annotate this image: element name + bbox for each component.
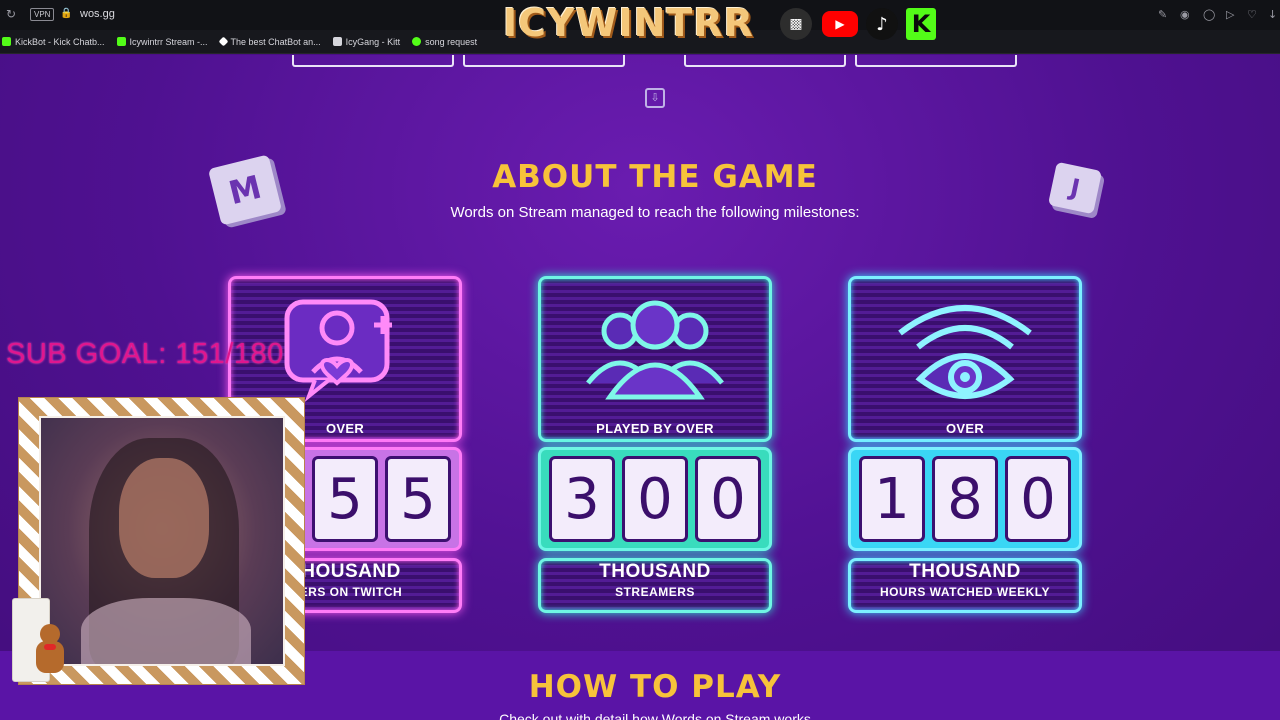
address-bar-url[interactable]: wos.gg [80, 8, 115, 20]
bookmark-label: The best ChatBot an... [230, 36, 321, 47]
user-group-icon [580, 288, 730, 408]
user-heart-chat-icon [270, 288, 420, 408]
webcam-feed [39, 416, 285, 666]
digit: 8 [932, 456, 998, 542]
digit: 0 [1005, 456, 1071, 542]
about-title: ABOUT THE GAME [492, 159, 818, 195]
kick-icon [2, 37, 11, 46]
sub-goal-text: SUB GOAL: 151/180 [6, 338, 284, 370]
play-icon[interactable]: ▷ [1226, 8, 1234, 21]
digit: 3 [549, 456, 615, 542]
digit: 0 [695, 456, 761, 542]
bookmark-label: KickBot - Kick Chatb... [15, 36, 105, 47]
bookmark-kickbot[interactable]: KickBot - Kick Chatb... [2, 37, 105, 47]
bookmark-label: IcyGang - Kitt [345, 36, 401, 47]
twitch-icon: ▩ [780, 8, 812, 40]
top-button-3[interactable] [684, 55, 846, 67]
webcam-face [119, 458, 209, 578]
about-subtitle: Words on Stream managed to reach the fol… [450, 204, 860, 221]
digit: 5 [312, 456, 378, 542]
gingerbread-decoration [30, 624, 70, 676]
streamer-logo: ICYWINTRR [503, 1, 754, 45]
digit: 5 [385, 456, 451, 542]
digit-display: 1 8 0 [848, 447, 1082, 551]
digit: 0 [622, 456, 688, 542]
card-description: HOURS WATCHED WEEKLY [879, 585, 1050, 599]
youtube-icon: ▶ [822, 11, 858, 37]
card-label: OVER [945, 421, 985, 436]
top-button-2[interactable] [463, 55, 625, 67]
card-label: PLAYED BY OVER [596, 421, 714, 436]
edit-icon[interactable]: ✎ [1158, 8, 1167, 21]
bookmark-label: song request [425, 36, 478, 47]
top-button-4[interactable] [855, 55, 1017, 67]
card-unit: THOUSAND [909, 561, 1021, 582]
top-button-1[interactable] [292, 55, 454, 67]
heart-icon[interactable]: ♡ [1247, 8, 1257, 21]
download-app-icon[interactable]: ⇩ [645, 88, 665, 108]
bookmark-label: Icywintrr Stream -... [129, 36, 208, 47]
webcam-shirt [81, 598, 251, 664]
diamond-icon [218, 36, 228, 47]
digit-display: 3 0 0 [538, 447, 772, 551]
bookmark-song-request[interactable]: song request [412, 37, 477, 47]
bookmark-chatbot[interactable]: The best ChatBot an... [218, 36, 321, 47]
card-unit: THOUSAND [599, 561, 711, 582]
kick-icon [116, 37, 126, 46]
vpn-badge[interactable]: VPN [30, 8, 55, 21]
card-description: STREAMERS [615, 585, 695, 599]
kick-icon: K [906, 8, 936, 40]
kitt-icon [332, 37, 342, 46]
shield-icon[interactable]: ◯ [1203, 8, 1215, 21]
bookmark-icygang[interactable]: IcyGang - Kitt [332, 36, 401, 47]
song-icon [412, 37, 422, 46]
gingerbread-bow [44, 644, 56, 650]
lock-icon[interactable]: 🔒 [60, 8, 72, 19]
download-icon[interactable]: ↓ [1268, 8, 1277, 21]
how-to-play-subtitle: Check out with detail how Words on Strea… [499, 711, 811, 720]
reload-icon[interactable]: ↻ [6, 7, 16, 21]
digit: 1 [859, 456, 925, 542]
camera-icon[interactable]: ◉ [1180, 8, 1190, 21]
eye-signal-icon [890, 288, 1040, 408]
bookmark-icywintrr-stream[interactable]: Icywintrr Stream -... [116, 36, 208, 47]
tiktok-icon: ♪ [866, 8, 898, 40]
